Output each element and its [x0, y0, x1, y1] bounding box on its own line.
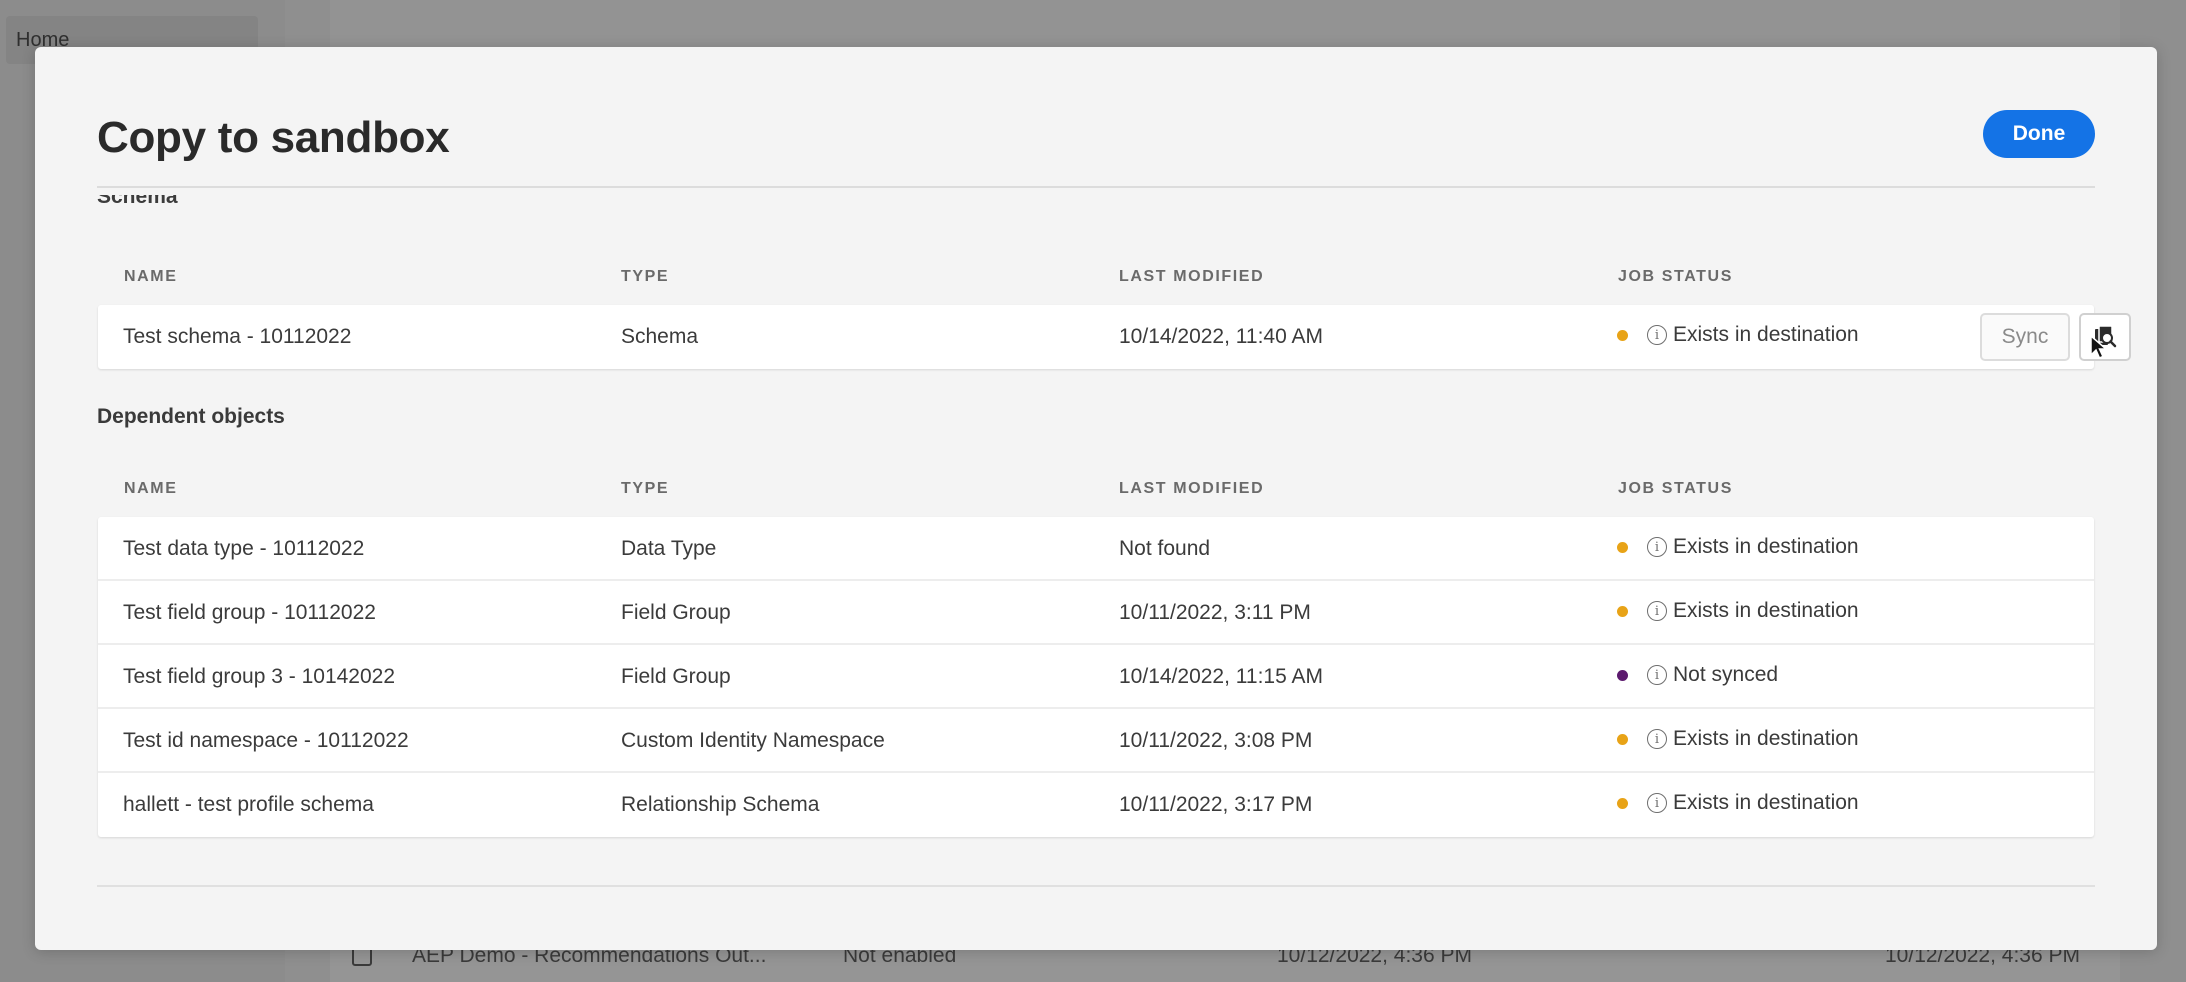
- info-icon[interactable]: i: [1647, 325, 1667, 345]
- header-divider: [97, 186, 2095, 188]
- column-header-last-modified: LAST MODIFIED: [1119, 268, 1265, 285]
- footer-divider: [97, 885, 2095, 887]
- cell-type: Custom Identity Namespace: [621, 729, 885, 752]
- copy-to-sandbox-dialog: Copy to sandbox Done Schema NAME TYPE LA…: [35, 47, 2157, 950]
- dialog-title: Copy to sandbox: [97, 113, 450, 162]
- status-dot: [1617, 541, 1628, 553]
- column-header-job-status: JOB STATUS: [1618, 268, 1733, 285]
- status-dot: [1617, 669, 1628, 681]
- status-text: Exists in destination: [1673, 791, 1859, 814]
- cell-last-modified: 10/11/2022, 3:11 PM: [1119, 601, 1311, 624]
- status-dot: [1617, 329, 1628, 341]
- status-text: Exists in destination: [1673, 599, 1859, 622]
- table-row[interactable]: Test id namespace - 10112022 Custom Iden…: [98, 709, 2094, 773]
- cell-job-status: i Exists in destination: [1617, 535, 1859, 559]
- cell-last-modified: 10/14/2022, 11:40 AM: [1119, 325, 1323, 348]
- info-icon[interactable]: i: [1647, 793, 1667, 813]
- info-icon[interactable]: i: [1647, 537, 1667, 557]
- cell-name: Test field group - 10112022: [123, 601, 376, 624]
- cell-last-modified: 10/14/2022, 11:15 AM: [1119, 665, 1323, 688]
- status-text: Exists in destination: [1673, 323, 1859, 346]
- cell-name: Test id namespace - 10112022: [123, 729, 409, 752]
- info-icon[interactable]: i: [1647, 665, 1667, 685]
- cell-type: Field Group: [621, 665, 731, 688]
- cell-name: Test schema - 10112022: [123, 325, 352, 348]
- cell-type: Field Group: [621, 601, 731, 624]
- schema-section-label: Schema: [97, 195, 178, 207]
- cell-job-status: i Exists in destination: [1617, 323, 1859, 347]
- table-row[interactable]: Test schema - 10112022 Schema 10/14/2022…: [98, 305, 2131, 369]
- column-header-type: TYPE: [621, 268, 670, 285]
- table-row[interactable]: Test data type - 10112022 Data Type Not …: [98, 517, 2094, 581]
- status-dot: [1617, 605, 1628, 617]
- cell-job-status: i Exists in destination: [1617, 599, 1859, 623]
- done-button[interactable]: Done: [1983, 110, 2095, 158]
- cell-job-status: i Not synced: [1617, 663, 1778, 687]
- status-dot: [1617, 733, 1628, 745]
- info-icon[interactable]: i: [1647, 601, 1667, 621]
- column-header-name: NAME: [124, 480, 178, 497]
- cell-type: Relationship Schema: [621, 793, 820, 816]
- dependent-objects-table: Test data type - 10112022 Data Type Not …: [98, 517, 2094, 837]
- column-header-last-modified: LAST MODIFIED: [1119, 480, 1265, 497]
- cell-job-status: i Exists in destination: [1617, 791, 1859, 815]
- status-text: Not synced: [1673, 663, 1779, 686]
- cell-type: Schema: [621, 325, 699, 348]
- schema-section-heading: Schema: [97, 195, 178, 207]
- sync-button[interactable]: Sync: [1980, 313, 2070, 361]
- column-header-job-status: JOB STATUS: [1618, 480, 1733, 497]
- column-header-name: NAME: [124, 268, 178, 285]
- cell-name: Test data type - 10112022: [123, 537, 365, 560]
- cell-type: Data Type: [621, 537, 717, 560]
- cell-last-modified: Not found: [1119, 537, 1211, 560]
- status-text: Exists in destination: [1673, 535, 1859, 558]
- schema-table: Test schema - 10112022 Schema 10/14/2022…: [98, 305, 2131, 369]
- table-row[interactable]: Test field group 3 - 10142022 Field Grou…: [98, 645, 2094, 709]
- info-icon[interactable]: i: [1647, 729, 1667, 749]
- table-row[interactable]: hallett - test profile schema Relationsh…: [98, 773, 2094, 837]
- table-row[interactable]: Test field group - 10112022 Field Group …: [98, 581, 2094, 645]
- cell-last-modified: 10/11/2022, 3:08 PM: [1119, 729, 1313, 752]
- status-dot: [1617, 797, 1628, 809]
- dependent-objects-heading: Dependent objects: [97, 405, 285, 428]
- cell-job-status: i Exists in destination: [1617, 727, 1859, 751]
- cell-name: Test field group 3 - 10142022: [123, 665, 396, 688]
- status-text: Exists in destination: [1673, 727, 1859, 750]
- cell-name: hallett - test profile schema: [123, 793, 374, 816]
- cell-last-modified: 10/11/2022, 3:17 PM: [1119, 793, 1313, 816]
- mouse-cursor-icon: [2090, 335, 2108, 359]
- column-header-type: TYPE: [621, 480, 670, 497]
